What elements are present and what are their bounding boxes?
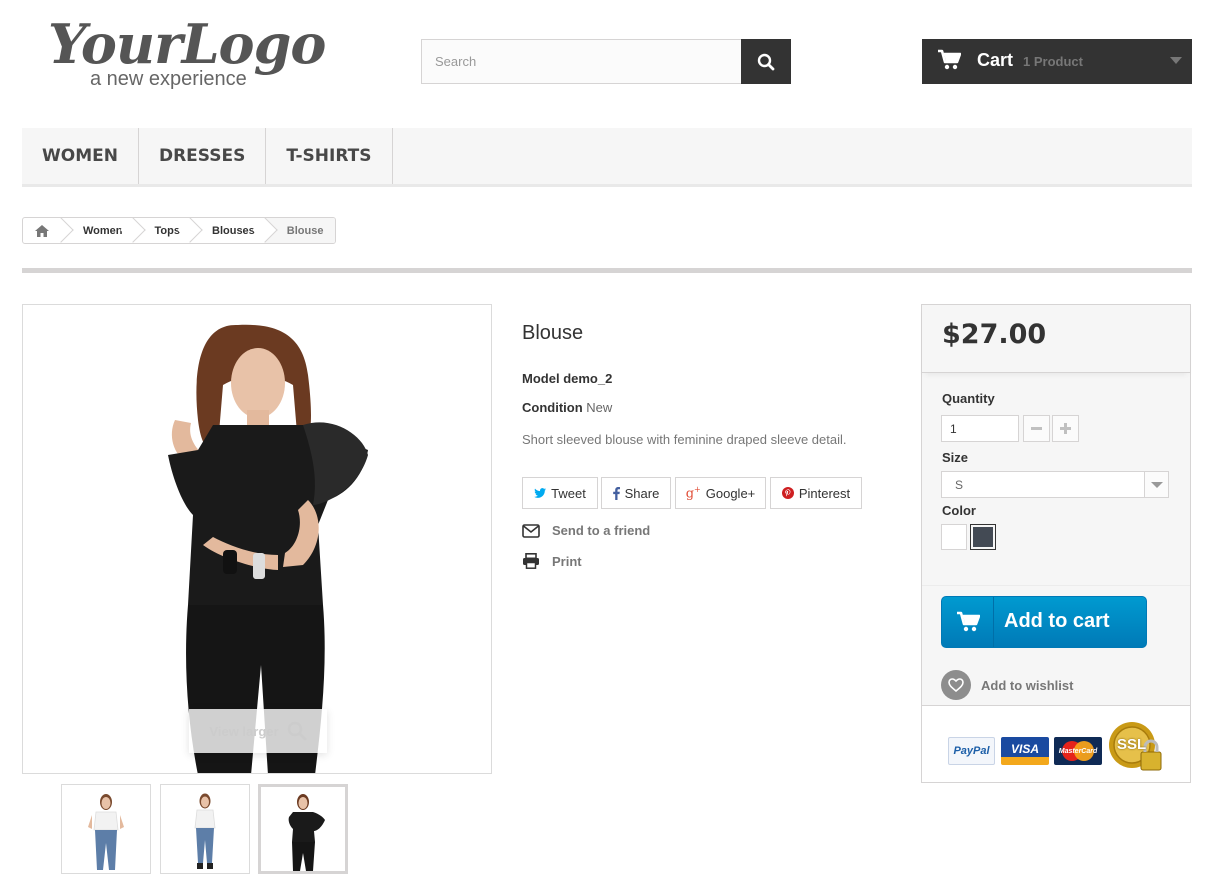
envelope-icon (522, 523, 540, 538)
google-plus-icon: g+ (685, 484, 701, 502)
pinterest-icon (781, 487, 794, 499)
printer-icon (523, 553, 539, 569)
chevron-down-icon (1144, 472, 1168, 497)
size-label: Size (942, 450, 969, 465)
home-icon (35, 224, 49, 237)
price-area: $27.00 (922, 305, 1190, 373)
view-larger-button[interactable]: View larger (189, 709, 327, 753)
model-value: demo_2 (563, 371, 613, 386)
quantity-label: Quantity (942, 391, 995, 406)
paypal-logo: PayPal (948, 737, 995, 765)
visa-logo: VISA (1001, 737, 1049, 765)
color-label: Color (942, 503, 976, 518)
product-thumbnail-active[interactable] (258, 784, 348, 874)
cart-icon (938, 49, 961, 70)
add-to-cart-button[interactable]: Add to cart (941, 596, 1147, 648)
cart-count: 1 Product (1023, 54, 1083, 69)
product-main-image[interactable]: View larger (22, 304, 492, 774)
breadcrumb: Women Tops Blouses Blouse (22, 217, 337, 244)
logo-tagline: a new experience (90, 68, 247, 90)
product-thumbnail[interactable] (160, 784, 250, 874)
model-label: Model (522, 371, 560, 386)
tweet-label: Tweet (551, 485, 586, 501)
search-input[interactable]: Search (421, 39, 742, 84)
color-swatch-white[interactable] (941, 524, 967, 550)
thumbnail-photo (88, 794, 124, 870)
breadcrumb-label: Blouses (212, 224, 255, 237)
add-to-wishlist-label: Add to wishlist (981, 677, 1074, 693)
tweet-button[interactable]: Tweet (522, 477, 598, 509)
thumbnail-photo (288, 794, 325, 871)
add-to-wishlist-link[interactable]: Add to wishlist (941, 670, 1073, 700)
product-thumbnail[interactable] (61, 784, 151, 874)
minus-icon (1031, 427, 1042, 430)
cart-icon (942, 597, 994, 647)
heart-icon (941, 670, 971, 700)
share-label: Share (624, 485, 660, 501)
quantity-increase-button[interactable] (1052, 415, 1079, 442)
facebook-icon (612, 486, 620, 500)
view-larger-label: View larger (209, 723, 279, 739)
google-plus-button[interactable]: g+ Google+ (675, 477, 766, 509)
pinterest-label: Pinterest (798, 485, 851, 501)
swatch-fill (973, 527, 993, 547)
section-divider (22, 268, 1192, 273)
condition-label: Condition (522, 400, 583, 415)
logo-script-text: YourLogo (48, 12, 326, 76)
breadcrumb-label: Tops (154, 224, 180, 237)
buy-box: $27.00 Quantity 1 Size S Color Add to ca… (921, 304, 1191, 783)
print-link[interactable]: Print (522, 553, 582, 569)
product-condition: Condition New (522, 400, 612, 415)
color-swatch-black[interactable] (970, 524, 996, 550)
quantity-decrease-button[interactable] (1023, 415, 1050, 442)
send-to-friend-label: Send to a friend (552, 523, 651, 538)
menu-item-tshirts[interactable]: T-SHIRTS (266, 128, 393, 184)
google-plus-label: Google+ (705, 485, 756, 501)
main-menu: WOMEN DRESSES T-SHIRTS (22, 128, 1192, 187)
add-to-cart-area: Add to cart Add to wishlist (922, 585, 1190, 705)
send-to-friend-link[interactable]: Send to a friend (522, 523, 650, 538)
store-logo[interactable]: YourLogo a new experience (48, 12, 338, 94)
chevron-down-icon (1170, 57, 1182, 64)
paypal-text: PayPal (953, 745, 990, 757)
size-select[interactable]: S (941, 471, 1169, 498)
zoom-icon (287, 721, 307, 741)
visa-text: VISA (1010, 742, 1039, 756)
mastercard-logo: MasterCard (1054, 737, 1102, 765)
share-button[interactable]: Share (601, 477, 671, 509)
mastercard-text: MasterCard (1058, 747, 1098, 755)
twitter-icon (534, 488, 547, 498)
product-description: Short sleeved blouse with feminine drape… (522, 432, 847, 447)
ssl-badge: SSL (1108, 720, 1164, 776)
breadcrumb-label: Blouse (286, 224, 324, 237)
condition-value: New (586, 400, 613, 415)
menu-item-women[interactable]: WOMEN (22, 128, 139, 184)
search-button[interactable] (741, 39, 791, 84)
plus-icon (1060, 423, 1071, 434)
product-model: Model demo_2 (522, 371, 612, 386)
size-value: S (955, 478, 964, 492)
ssl-text: SSL (1117, 736, 1147, 753)
add-to-cart-label: Add to cart (1004, 610, 1110, 632)
pinterest-button[interactable]: Pinterest (770, 477, 862, 509)
payment-logos: PayPal VISA MasterCard SSL (922, 705, 1190, 782)
product-photo (168, 324, 368, 773)
quantity-input[interactable]: 1 (941, 415, 1019, 442)
product-price: $27.00 (942, 319, 1047, 350)
search-icon (757, 53, 775, 70)
product-title: Blouse (522, 322, 584, 344)
menu-item-dresses[interactable]: DRESSES (139, 128, 267, 184)
breadcrumb-label: Women (83, 224, 123, 237)
thumbnail-photo (194, 793, 216, 869)
breadcrumb-home[interactable] (23, 218, 74, 243)
cart-dropdown[interactable]: Cart 1 Product (922, 39, 1192, 84)
cart-label: Cart (977, 50, 1014, 70)
print-label: Print (552, 553, 582, 569)
